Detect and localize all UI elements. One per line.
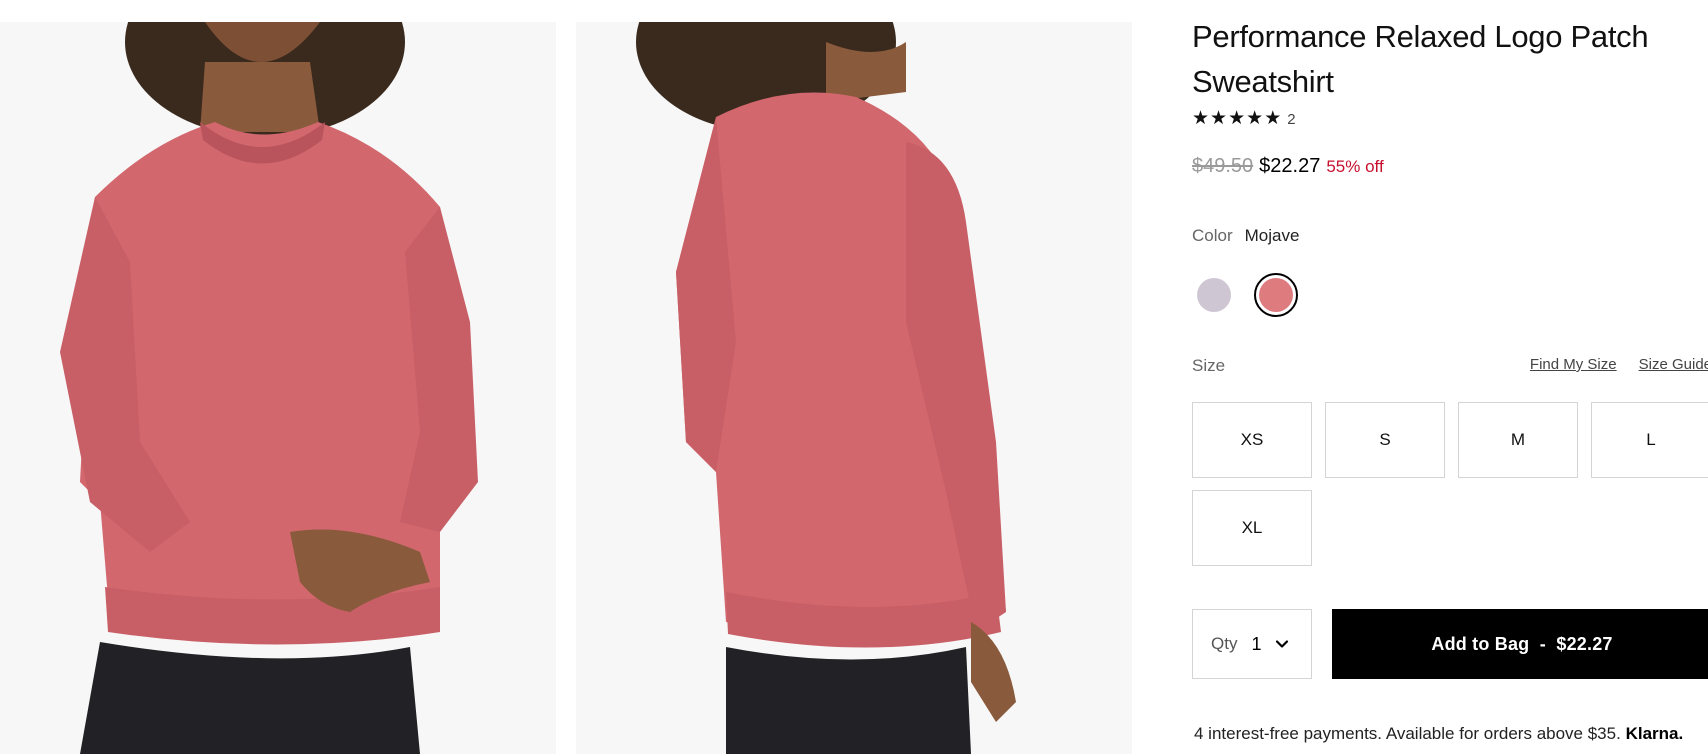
swatch-mojave-chip — [1259, 278, 1293, 312]
size-option-xs[interactable]: XS — [1192, 402, 1312, 478]
star-icon: ★ — [1210, 108, 1228, 129]
size-option-l[interactable]: L — [1591, 402, 1708, 478]
color-label: Color — [1192, 226, 1233, 245]
size-option-s[interactable]: S — [1325, 402, 1445, 478]
qty-value: 1 — [1251, 633, 1262, 654]
selected-color-name: Mojave — [1244, 226, 1300, 245]
product-info-panel: Performance Relaxed Logo Patch Sweatshir… — [1192, 0, 1708, 754]
product-image-back[interactable] — [576, 22, 1132, 754]
star-icon: ★ — [1246, 108, 1264, 129]
klarna-message: 4 interest-free payments. Available for … — [1194, 724, 1708, 744]
product-image-front[interactable] — [0, 22, 556, 754]
swatch-mojave[interactable] — [1254, 273, 1298, 317]
color-swatches — [1192, 273, 1298, 317]
find-my-size-link[interactable]: Find My Size — [1530, 356, 1617, 373]
klarna-text: 4 interest-free payments. Available for … — [1194, 724, 1621, 743]
qty-label: Qty — [1211, 634, 1238, 653]
purchase-row: Qty 1 Add to Bag - $22.27 — [1192, 609, 1708, 679]
product-title: Performance Relaxed Logo Patch Sweatshir… — [1192, 19, 1649, 99]
review-count[interactable]: 2 — [1287, 111, 1295, 128]
size-help-links: Find My Size Size Guide — [1530, 356, 1708, 373]
size-selector-header: Size Find My Size Size Guide — [1192, 356, 1708, 380]
product-gallery — [0, 22, 1132, 754]
star-icon: ★ — [1192, 108, 1210, 129]
swatch-lavender[interactable] — [1192, 273, 1236, 317]
rating-stars: ★ ★ ★ ★ ★ — [1192, 109, 1281, 129]
original-price: $49.50 — [1192, 155, 1254, 177]
size-option-m[interactable]: M — [1458, 402, 1578, 478]
size-guide-link[interactable]: Size Guide — [1639, 356, 1708, 373]
size-options: XS S M L XL — [1192, 402, 1708, 566]
size-option-xl[interactable]: XL — [1192, 490, 1312, 566]
swatch-lavender-chip — [1197, 278, 1231, 312]
model-front-illustration — [0, 22, 556, 754]
color-selector-header: Color Mojave — [1192, 226, 1299, 246]
size-label: Size — [1192, 356, 1226, 375]
quantity-select[interactable]: Qty 1 — [1192, 609, 1312, 679]
sale-price: $22.27 — [1259, 155, 1321, 177]
chevron-down-icon — [1276, 640, 1289, 648]
discount-badge: 55% off — [1326, 157, 1384, 176]
klarna-brand[interactable]: Klarna. — [1626, 724, 1684, 743]
star-icon: ★ — [1264, 108, 1282, 129]
product-rating[interactable]: ★ ★ ★ ★ ★ 2 — [1192, 108, 1296, 130]
price-row: $49.50 $22.27 55% off — [1192, 155, 1384, 178]
add-to-bag-button[interactable]: Add to Bag - $22.27 — [1332, 609, 1708, 679]
model-back-illustration — [576, 22, 1132, 754]
star-icon: ★ — [1228, 108, 1246, 129]
